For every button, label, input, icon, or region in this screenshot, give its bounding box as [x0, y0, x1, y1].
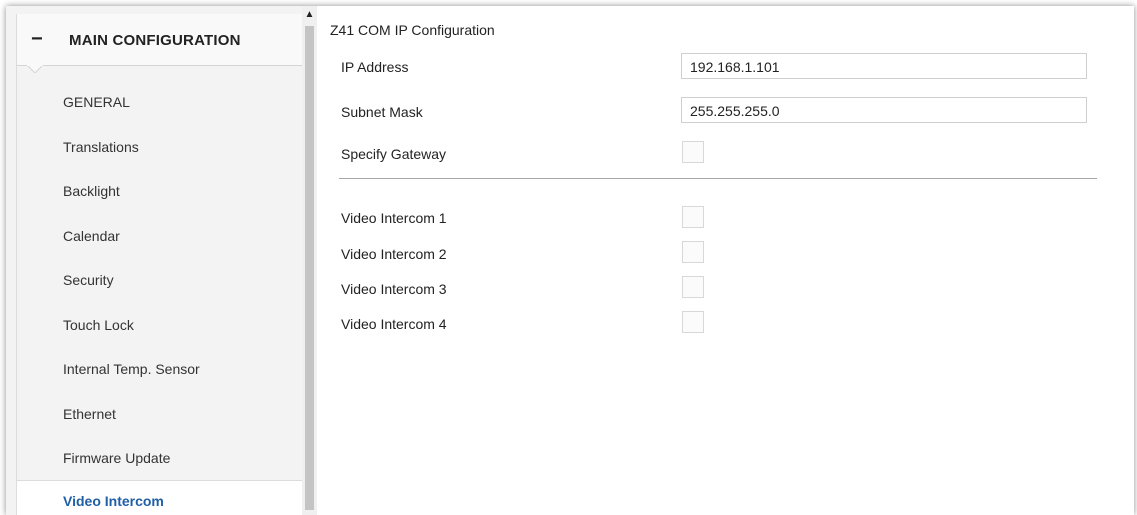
- scroll-thumb[interactable]: [305, 26, 314, 510]
- specify-gateway-checkbox[interactable]: [682, 141, 704, 163]
- sidebar-scrollbar[interactable]: ▲: [302, 6, 317, 515]
- ip-address-input[interactable]: 192.168.1.101: [681, 53, 1087, 79]
- video-intercom-4-checkbox[interactable]: [682, 311, 704, 333]
- sidebar-item-internal-temp-sensor[interactable]: Internal Temp. Sensor: [17, 349, 303, 393]
- video-intercom-3-label: Video Intercom 3: [341, 281, 447, 297]
- main-configuration-header[interactable]: − MAIN CONFIGURATION: [17, 14, 303, 73]
- video-intercom-1-label: Video Intercom 1: [341, 210, 447, 226]
- sidebar-item-label: Video Intercom: [63, 493, 164, 509]
- video-intercom-1-checkbox[interactable]: [682, 206, 704, 228]
- video-intercom-4-label: Video Intercom 4: [341, 316, 447, 332]
- sidebar-item-label: Ethernet: [63, 406, 116, 422]
- main-configuration-label: MAIN CONFIGURATION: [69, 32, 241, 49]
- sidebar-item-backlight[interactable]: Backlight: [17, 171, 303, 215]
- sidebar-item-touch-lock[interactable]: Touch Lock: [17, 305, 303, 349]
- video-intercom-2-label: Video Intercom 2: [341, 246, 447, 262]
- sidebar-item-label: Firmware Update: [63, 450, 171, 466]
- sidebar-item-label: Security: [63, 272, 114, 288]
- content-panel: Z41 COM IP Configuration IP Address 192.…: [317, 6, 1134, 515]
- config-window: − MAIN CONFIGURATION GENERAL Translation…: [6, 6, 1134, 515]
- sidebar: − MAIN CONFIGURATION GENERAL Translation…: [6, 6, 317, 515]
- subnet-mask-label: Subnet Mask: [341, 104, 423, 120]
- sidebar-item-video-intercom[interactable]: Video Intercom: [17, 480, 303, 515]
- sidebar-item-label: Internal Temp. Sensor: [63, 361, 200, 377]
- ip-address-label: IP Address: [341, 59, 409, 75]
- sidebar-item-label: Calendar: [63, 228, 120, 244]
- sidebar-list: − MAIN CONFIGURATION GENERAL Translation…: [16, 14, 304, 515]
- sidebar-item-security[interactable]: Security: [17, 260, 303, 304]
- sidebar-item-calendar[interactable]: Calendar: [17, 216, 303, 260]
- scroll-up-icon[interactable]: ▲: [304, 9, 315, 20]
- collapse-icon[interactable]: −: [31, 29, 43, 49]
- sidebar-item-label: Backlight: [63, 183, 120, 199]
- subnet-mask-input[interactable]: 255.255.255.0: [681, 97, 1087, 123]
- notch-icon: [27, 65, 43, 73]
- sidebar-item-ethernet[interactable]: Ethernet: [17, 394, 303, 438]
- sidebar-item-label: Translations: [63, 139, 139, 155]
- video-intercom-3-checkbox[interactable]: [682, 276, 704, 298]
- sidebar-item-translations[interactable]: Translations: [17, 127, 303, 171]
- specify-gateway-label: Specify Gateway: [341, 146, 447, 162]
- video-intercom-2-checkbox[interactable]: [682, 241, 704, 263]
- divider: [339, 178, 1097, 179]
- sidebar-item-general[interactable]: GENERAL: [17, 82, 303, 126]
- sidebar-item-label: GENERAL: [63, 94, 130, 110]
- page-title: Z41 COM IP Configuration: [330, 22, 495, 38]
- sidebar-item-label: Touch Lock: [63, 317, 134, 333]
- sidebar-item-firmware-update[interactable]: Firmware Update: [17, 438, 303, 482]
